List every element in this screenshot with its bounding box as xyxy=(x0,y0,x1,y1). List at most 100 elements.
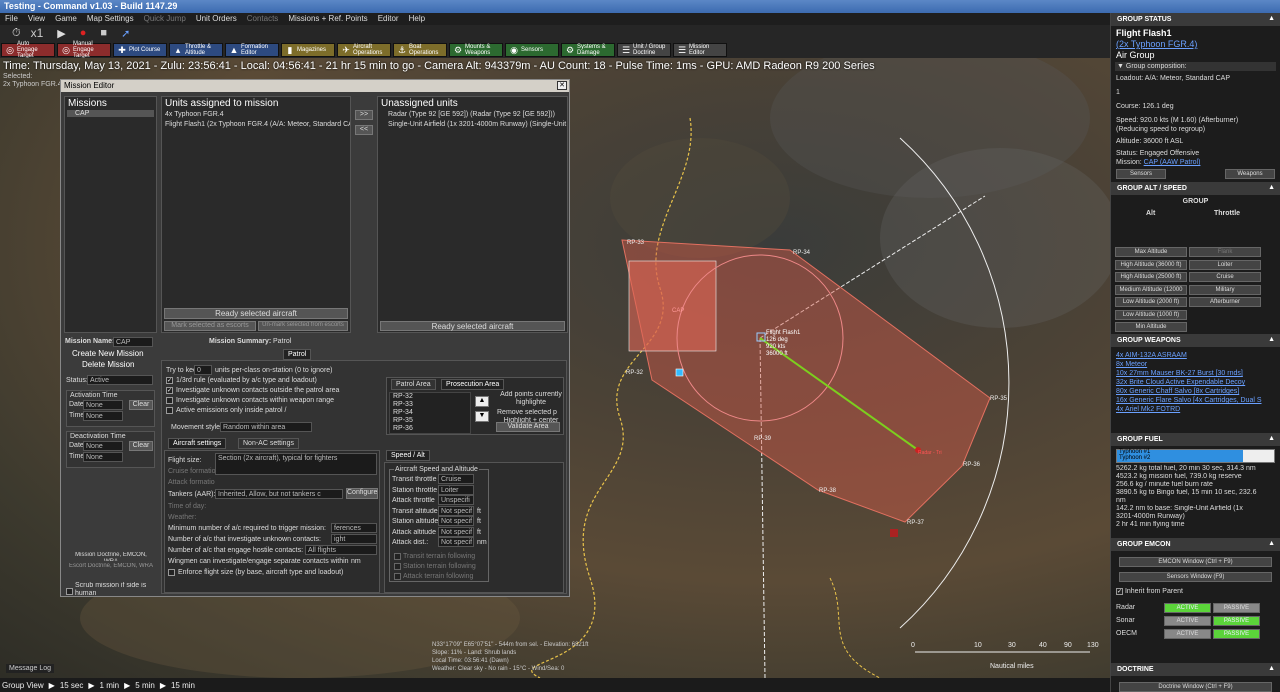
tab-patrol-area[interactable]: Patrol Area xyxy=(391,379,436,390)
throttle-button[interactable]: Flank xyxy=(1189,247,1261,257)
step-arrow-icon[interactable]: ▶ xyxy=(124,681,130,690)
move-right-button[interactable]: >> xyxy=(355,110,373,120)
reference-point[interactable]: RP-34 xyxy=(793,250,810,256)
reference-point[interactable]: RP-37 xyxy=(907,520,924,526)
group-status-header[interactable]: GROUP STATUS ▲ xyxy=(1111,13,1280,26)
tab-aircraft-settings[interactable]: Aircraft settings xyxy=(168,438,227,449)
emcon-active-button[interactable]: ACTIVE xyxy=(1164,615,1211,626)
missions-list[interactable]: CAP xyxy=(65,110,156,117)
collapse-up-icon[interactable]: ▲ xyxy=(1268,336,1275,343)
magazines-button[interactable]: ▮ Magazines xyxy=(281,42,335,57)
alt-button[interactable]: High Altitude (36000 ft) xyxy=(1115,259,1187,270)
sensors-window-button[interactable]: Sensors Window (F9) xyxy=(1119,572,1272,582)
emcon-window-button[interactable]: EMCON Window (Ctrl + F9) xyxy=(1119,557,1272,567)
speed-row-select[interactable]: Cruise xyxy=(438,474,474,484)
patrol-option-checkbox[interactable]: ✓ xyxy=(166,387,173,394)
alt-button[interactable]: Max Altitude xyxy=(1115,247,1187,257)
enforce-checkbox[interactable] xyxy=(168,569,175,576)
status-select[interactable]: Active xyxy=(87,375,153,385)
keep-input[interactable]: 0 xyxy=(194,365,212,375)
time-step-button[interactable]: 5 min xyxy=(135,681,155,690)
speed-row-select[interactable]: Not specif xyxy=(438,516,474,526)
menu-item-quick-jump[interactable]: Quick Jump xyxy=(139,13,191,25)
weapon-link[interactable]: 4x AIM-132A ASRAAM xyxy=(1111,351,1280,360)
group-composition[interactable]: ▼ Group composition: xyxy=(1115,62,1276,71)
menu-item-contacts[interactable]: Contacts xyxy=(242,13,284,25)
formation-editor-button[interactable]: ▲ Formation Editor xyxy=(225,42,279,57)
alt-button[interactable]: Low Altitude (1000 ft) xyxy=(1115,309,1187,320)
assigned-unit[interactable]: 4x Typhoon FGR.4 xyxy=(162,110,350,120)
sensors-button[interactable]: ◉ Sensors xyxy=(505,42,559,57)
stop-icon[interactable]: ■ xyxy=(100,27,107,39)
patrol-option-checkbox[interactable] xyxy=(166,397,173,404)
systems-damage-button[interactable]: ⚙ Systems & Damage xyxy=(561,42,615,57)
min-ac-select[interactable]: ferences xyxy=(331,523,377,533)
tab-prosecution-area[interactable]: Prosecution Area xyxy=(441,379,505,390)
group-alt-speed-header[interactable]: GROUP ALT / SPEED ▲ xyxy=(1111,182,1280,195)
group-fuel-header[interactable]: GROUP FUEL ▲ xyxy=(1111,433,1280,446)
group-weapons-header[interactable]: GROUP WEAPONS ▲ xyxy=(1111,334,1280,347)
terrain-checkbox[interactable] xyxy=(394,563,401,570)
group-view-label[interactable]: Group View xyxy=(2,681,44,690)
reference-point[interactable]: RP-36 xyxy=(963,462,980,468)
unmark-escorts-button[interactable]: Un-mark selected from escorts xyxy=(258,321,348,331)
menu-item-missions-ref-points[interactable]: Missions + Ref. Points xyxy=(283,13,372,25)
speed-row-select[interactable]: Unspecifi xyxy=(438,495,474,505)
ready-unassigned-button[interactable]: Ready selected aircraft xyxy=(380,321,565,331)
clock-icon[interactable]: ⏱ xyxy=(12,27,21,40)
area-up-button[interactable]: ▲ xyxy=(475,396,489,407)
weapon-link[interactable]: 32x Brite Cloud Active Expendable Decoy xyxy=(1111,378,1280,387)
area-points-list[interactable]: RP-32 RP-33 RP-34 RP-35 RP-36 xyxy=(389,392,471,434)
speed-row-select[interactable]: Not specif xyxy=(438,505,474,516)
collapse-up-icon[interactable]: ▲ xyxy=(1268,540,1275,547)
flight-size-select[interactable]: Section (2x aircraft), typical for fight… xyxy=(215,453,377,475)
menu-item-map-settings[interactable]: Map Settings xyxy=(82,13,139,25)
mounts-weapons-button[interactable]: ⚙ Mounts & Weapons xyxy=(449,42,503,57)
menu-item-game[interactable]: Game xyxy=(50,13,82,25)
assigned-list[interactable]: 4x Typhoon FGR.4 Flight Flash1 (2x Typhoo… xyxy=(162,110,350,130)
engage-select[interactable]: All flights xyxy=(305,545,377,555)
tab-speed-alt[interactable]: Speed / Alt xyxy=(386,450,430,461)
emcon-passive-button[interactable]: PASSIVE xyxy=(1213,628,1260,639)
sim-speed[interactable]: x1 xyxy=(31,26,44,40)
plot-course-button[interactable]: ✚ Plot Course xyxy=(113,42,167,57)
activation-date-input[interactable]: None xyxy=(83,400,123,410)
group-emcon-header[interactable]: GROUP EMCON ▲ xyxy=(1111,538,1280,551)
unassigned-unit[interactable]: Radar (Type 92 [GE 592]) (Radar (Type 92… xyxy=(378,110,567,120)
deactivation-time-input[interactable]: None xyxy=(83,452,123,462)
patrol-option-checkbox[interactable] xyxy=(166,407,173,414)
patrol-option-checkbox[interactable]: ✓ xyxy=(166,377,173,384)
message-log-tab[interactable]: Message Log xyxy=(6,664,55,673)
alt-button[interactable]: Min Altitude xyxy=(1115,322,1187,332)
pointer-icon[interactable]: ➚ xyxy=(121,27,130,40)
throttle-button[interactable]: Military xyxy=(1189,284,1261,295)
weapon-link[interactable]: 8x Meteor xyxy=(1111,360,1280,369)
throttle-button[interactable]: Afterburner xyxy=(1189,297,1261,307)
speed-row-select[interactable]: Not specif xyxy=(438,537,474,547)
group-type-link[interactable]: (2x Typhoon FGR.4) xyxy=(1111,39,1280,50)
close-window-icon[interactable] xyxy=(1272,1,1278,11)
move-left-button[interactable]: << xyxy=(355,125,373,135)
aircraft-operations-button[interactable]: ✈ Aircraft Operations xyxy=(337,42,391,57)
escort-doctrine-button[interactable]: Escort Doctrine, EMCON, WRA xyxy=(69,563,153,572)
emcon-active-button[interactable]: ACTIVE xyxy=(1164,602,1211,613)
sensors-button[interactable]: Sensors xyxy=(1116,169,1166,179)
create-mission-button[interactable]: Create New Mission xyxy=(72,349,144,358)
menu-item-file[interactable]: File xyxy=(0,13,23,25)
scrub-checkbox[interactable] xyxy=(66,588,73,595)
remove-points-button[interactable]: Remove selected p xyxy=(497,409,563,416)
area-point-item[interactable]: RP-34 xyxy=(390,409,470,417)
weapons-button[interactable]: Weapons xyxy=(1225,169,1275,179)
reference-point[interactable]: RP-39 xyxy=(754,436,771,442)
mission-editor-button[interactable]: ☰ Mission Editor xyxy=(673,42,727,57)
menu-item-editor[interactable]: Editor xyxy=(373,13,404,25)
reference-point[interactable]: RP-32 xyxy=(626,370,643,376)
time-step-button[interactable]: 15 sec xyxy=(60,681,84,690)
delete-mission-button[interactable]: Delete Mission xyxy=(82,360,134,369)
inherit-checkbox[interactable]: ✓ xyxy=(1116,587,1123,595)
tankers-select[interactable]: Inherited, Allow, but not tankers c xyxy=(215,489,343,499)
area-point-item[interactable]: RP-33 xyxy=(390,401,470,409)
alt-button[interactable]: High Altitude (25000 ft) xyxy=(1115,272,1187,282)
alt-button[interactable]: Medium Altitude (12000 xyxy=(1115,284,1187,295)
doctrine-window-button[interactable]: Doctrine Window (Ctrl + F9) xyxy=(1119,682,1272,692)
